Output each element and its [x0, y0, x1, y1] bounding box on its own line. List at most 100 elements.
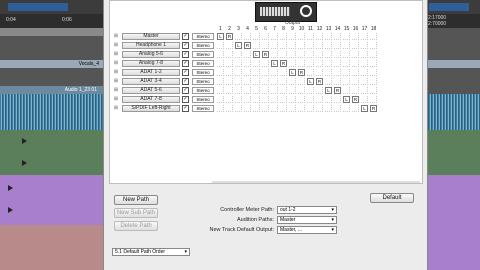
routing-cell[interactable] — [298, 105, 305, 112]
routing-cell[interactable] — [289, 87, 296, 94]
routing-cell[interactable] — [253, 69, 260, 76]
routing-cell[interactable] — [235, 96, 242, 103]
routing-cell[interactable] — [244, 60, 251, 67]
expand-path-icon[interactable]: ⊞ — [113, 51, 119, 57]
routing-cell[interactable] — [325, 78, 332, 85]
routing-cell[interactable] — [226, 60, 233, 67]
routing-cell[interactable]: L — [271, 60, 278, 67]
routing-cell[interactable] — [370, 78, 377, 85]
toolbar-buttons[interactable] — [429, 3, 469, 11]
routing-cell[interactable] — [316, 33, 323, 40]
path-format-select[interactable]: Stereo — [192, 51, 214, 58]
routing-cell[interactable] — [361, 87, 368, 94]
path-order-select[interactable]: 5.1 Default Path Order ▾ — [112, 248, 190, 256]
routing-cell[interactable]: L — [325, 87, 332, 94]
routing-cell[interactable] — [307, 69, 314, 76]
routing-cell[interactable] — [307, 105, 314, 112]
routing-cell[interactable] — [298, 60, 305, 67]
audio-track-red[interactable] — [0, 225, 103, 270]
path-name[interactable]: ADAT 1-2 — [122, 69, 180, 76]
routing-cell[interactable] — [370, 96, 377, 103]
routing-cell[interactable] — [325, 96, 332, 103]
new-track-output-select[interactable]: Master, ... ▾ — [277, 226, 337, 234]
path-format-select[interactable]: Stereo — [192, 87, 214, 94]
routing-cell[interactable]: R — [334, 87, 341, 94]
routing-cell[interactable]: L — [289, 69, 296, 76]
routing-cell[interactable] — [298, 42, 305, 49]
routing-cell[interactable] — [253, 105, 260, 112]
routing-cell[interactable] — [235, 69, 242, 76]
routing-cell[interactable] — [289, 96, 296, 103]
path-name[interactable]: ADAT 5-6 — [122, 87, 180, 94]
routing-cell[interactable] — [271, 87, 278, 94]
path-active-checkbox[interactable]: ✓ — [182, 96, 189, 103]
routing-cell[interactable] — [307, 42, 314, 49]
routing-cell[interactable] — [307, 87, 314, 94]
instrument-track[interactable] — [0, 175, 103, 225]
routing-cell[interactable]: R — [298, 69, 305, 76]
routing-cell[interactable] — [352, 33, 359, 40]
path-name[interactable]: ADAT 3-4 — [122, 78, 180, 85]
routing-cell[interactable] — [253, 87, 260, 94]
routing-cell[interactable] — [217, 96, 224, 103]
routing-cell[interactable] — [262, 105, 269, 112]
routing-cell[interactable] — [253, 42, 260, 49]
path-active-checkbox[interactable]: ✓ — [182, 42, 189, 49]
path-active-checkbox[interactable]: ✓ — [182, 105, 189, 112]
path-format-select[interactable]: Stereo — [192, 42, 214, 49]
routing-cell[interactable] — [280, 33, 287, 40]
routing-cell[interactable] — [334, 78, 341, 85]
routing-cell[interactable] — [262, 42, 269, 49]
audio-waveform[interactable] — [426, 94, 480, 130]
routing-cell[interactable] — [343, 51, 350, 58]
routing-cell[interactable] — [361, 60, 368, 67]
toolbar-buttons[interactable] — [8, 3, 68, 11]
routing-cell[interactable] — [235, 60, 242, 67]
routing-cell[interactable] — [307, 33, 314, 40]
routing-cell[interactable] — [352, 51, 359, 58]
horizontal-scrollbar[interactable] — [212, 181, 420, 183]
expand-path-icon[interactable]: ⊞ — [113, 42, 119, 48]
routing-cell[interactable] — [307, 60, 314, 67]
routing-cell[interactable] — [343, 105, 350, 112]
expand-path-icon[interactable]: ⊞ — [113, 33, 119, 39]
routing-cell[interactable] — [343, 60, 350, 67]
routing-cell[interactable]: L — [343, 96, 350, 103]
routing-cell[interactable] — [316, 96, 323, 103]
routing-cell[interactable] — [280, 105, 287, 112]
routing-cell[interactable] — [298, 78, 305, 85]
routing-cell[interactable] — [334, 51, 341, 58]
routing-cell[interactable] — [226, 87, 233, 94]
routing-cell[interactable] — [325, 51, 332, 58]
routing-cell[interactable] — [289, 78, 296, 85]
routing-cell[interactable] — [226, 96, 233, 103]
routing-cell[interactable] — [226, 51, 233, 58]
routing-cell[interactable] — [289, 105, 296, 112]
routing-cell[interactable] — [307, 51, 314, 58]
routing-cell[interactable] — [244, 51, 251, 58]
path-format-select[interactable]: Stereo — [192, 69, 214, 76]
routing-cell[interactable] — [361, 42, 368, 49]
routing-cell[interactable] — [370, 51, 377, 58]
routing-cell[interactable] — [235, 87, 242, 94]
routing-cell[interactable] — [352, 105, 359, 112]
routing-cell[interactable] — [226, 78, 233, 85]
midi-track[interactable] — [0, 130, 103, 175]
routing-cell[interactable] — [316, 105, 323, 112]
routing-cell[interactable] — [334, 60, 341, 67]
audition-paths-select[interactable]: Master ▾ — [277, 216, 337, 224]
routing-cell[interactable] — [298, 33, 305, 40]
routing-cell[interactable] — [262, 60, 269, 67]
path-name[interactable]: Analog 7-8 — [122, 60, 180, 67]
routing-cell[interactable] — [298, 51, 305, 58]
routing-cell[interactable] — [370, 42, 377, 49]
routing-cell[interactable] — [370, 33, 377, 40]
routing-cell[interactable] — [280, 87, 287, 94]
routing-cell[interactable] — [343, 78, 350, 85]
routing-cell[interactable] — [235, 78, 242, 85]
new-sub-path-button[interactable]: New Sub Path — [114, 208, 158, 218]
routing-cell[interactable]: L — [253, 51, 260, 58]
expand-path-icon[interactable]: ⊞ — [113, 105, 119, 111]
routing-cell[interactable] — [262, 87, 269, 94]
routing-cell[interactable]: R — [226, 33, 233, 40]
